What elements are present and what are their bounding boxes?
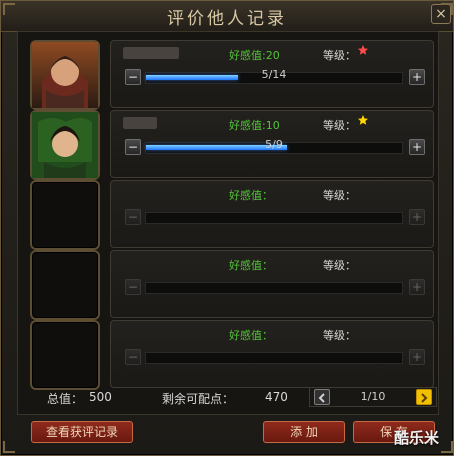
favor-label-text: 好感值 bbox=[229, 49, 262, 62]
total-label: 总值： bbox=[47, 392, 84, 406]
affinity-bar: 5/9 bbox=[145, 138, 403, 154]
record-card-5: 好感值： 等级： − + bbox=[110, 320, 434, 388]
pagination: 1/10 bbox=[309, 387, 437, 407]
affinity-progress-text: 5/9 bbox=[265, 138, 283, 151]
favor-label: 好感值:20 bbox=[229, 47, 280, 63]
favor-value: :20 bbox=[262, 49, 280, 62]
add-button[interactable]: 添 加 bbox=[263, 421, 345, 443]
red-star-icon bbox=[358, 45, 368, 55]
character-portrait-art bbox=[32, 112, 98, 178]
affinity-bar: 5/14 bbox=[145, 68, 403, 84]
affinity-bar bbox=[145, 212, 403, 224]
character-portrait-1[interactable] bbox=[30, 40, 100, 110]
empty-portrait-slot bbox=[30, 320, 100, 390]
decrease-button[interactable]: − bbox=[125, 139, 141, 155]
increase-button[interactable]: + bbox=[409, 139, 425, 155]
favor-label: 好感值： bbox=[229, 329, 273, 342]
favor-label: 好感值： bbox=[229, 259, 273, 272]
favor-label-text: 好感值 bbox=[229, 119, 262, 132]
remaining-points-value: 470 bbox=[265, 390, 288, 404]
view-received-evaluations-button[interactable]: 查看获评记录 bbox=[31, 421, 133, 443]
blurred-player-name bbox=[123, 47, 179, 59]
increase-button[interactable]: + bbox=[409, 209, 425, 225]
evaluation-record-window: 评价他人记录 × 好感值:20 等级： − 5/14 + 好感值:10 等级： … bbox=[0, 0, 454, 456]
next-page-button[interactable] bbox=[416, 389, 432, 405]
footer-bar: 总值： 500 剩余可配点： 470 1/10 bbox=[17, 385, 437, 407]
affinity-bar bbox=[145, 352, 403, 364]
favor-label: 好感值:10 bbox=[229, 117, 280, 133]
title-bar: 评价他人记录 × bbox=[1, 1, 453, 32]
increase-button[interactable]: + bbox=[409, 69, 425, 85]
record-card-4: 好感值： 等级： − + bbox=[110, 250, 434, 318]
increase-button[interactable]: + bbox=[409, 279, 425, 295]
window-title: 评价他人记录 bbox=[167, 9, 287, 29]
watermark: 酷乐米 bbox=[394, 429, 440, 447]
empty-portrait-slot bbox=[30, 180, 100, 250]
remaining-points-label: 剩余可配点： bbox=[162, 392, 235, 406]
decrease-button[interactable]: − bbox=[125, 349, 141, 365]
blurred-player-name bbox=[123, 117, 157, 129]
star-icon bbox=[357, 114, 369, 130]
gold-star-icon bbox=[358, 115, 368, 125]
record-card-1: 好感值:20 等级： − 5/14 + bbox=[110, 40, 434, 108]
affinity-bar bbox=[145, 282, 403, 294]
character-portrait-art bbox=[32, 42, 98, 108]
favor-label: 好感值： bbox=[229, 189, 273, 202]
record-card-3: 好感值： 等级： − + bbox=[110, 180, 434, 248]
empty-portrait-slot bbox=[30, 250, 100, 320]
total-value: 500 bbox=[89, 390, 112, 404]
decrease-button[interactable]: − bbox=[125, 209, 141, 225]
grade-label: 等级： bbox=[323, 119, 356, 132]
grade-label: 等级： bbox=[323, 189, 356, 202]
increase-button[interactable]: + bbox=[409, 349, 425, 365]
record-card-2: 好感值:10 等级： − 5/9 + bbox=[110, 110, 434, 178]
character-portrait-2[interactable] bbox=[30, 110, 100, 180]
frame-corner bbox=[3, 441, 15, 453]
star-icon bbox=[357, 44, 369, 60]
grade-label: 等级： bbox=[323, 49, 356, 62]
favor-value: :10 bbox=[262, 119, 280, 132]
affinity-progress-text: 5/14 bbox=[261, 68, 287, 81]
decrease-button[interactable]: − bbox=[125, 279, 141, 295]
frame-corner bbox=[441, 3, 453, 15]
grade-label: 等级： bbox=[323, 259, 356, 272]
grade-label: 等级： bbox=[323, 329, 356, 342]
right-arrow-icon bbox=[421, 393, 428, 403]
frame-corner bbox=[441, 441, 453, 453]
decrease-button[interactable]: − bbox=[125, 69, 141, 85]
frame-corner bbox=[3, 3, 15, 15]
record-list: 好感值:20 等级： − 5/14 + 好感值:10 等级： − 5/9 + 好… bbox=[17, 31, 439, 415]
